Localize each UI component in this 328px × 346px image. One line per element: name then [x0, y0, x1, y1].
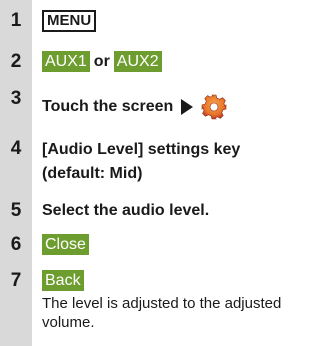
- aux2-key: AUX2: [113, 51, 162, 72]
- step-note: The level is adjusted to the adjusted vo…: [42, 295, 282, 331]
- or-text: or: [93, 53, 110, 70]
- back-key: Back: [42, 270, 84, 291]
- step-number: 2: [10, 51, 22, 72]
- audio-level-settings-text: [Audio Level] settings key: [42, 141, 241, 158]
- step-number: 5: [10, 200, 22, 221]
- close-key: Close: [42, 234, 89, 255]
- step-number: 7: [10, 270, 22, 291]
- arrow-right-icon: [181, 99, 194, 115]
- step-number: 1: [10, 10, 22, 31]
- touch-screen-text: Touch the screen: [42, 98, 174, 116]
- select-audio-level-text: Select the audio level.: [42, 202, 210, 219]
- step-number: 4: [10, 138, 22, 159]
- aux1-key: AUX1: [42, 51, 90, 72]
- step-number: 3: [10, 88, 22, 109]
- default-value-text: (default: Mid): [42, 165, 143, 182]
- settings-gear-icon: [201, 94, 227, 120]
- menu-key: MENU: [42, 10, 97, 32]
- step-number: 6: [10, 234, 22, 255]
